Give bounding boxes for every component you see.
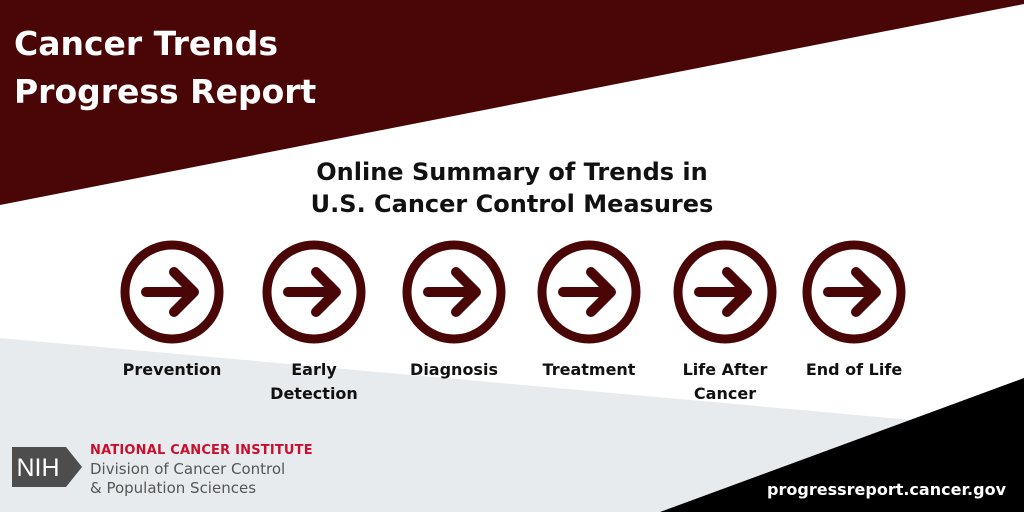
nih-logo-text: NIH xyxy=(16,454,59,482)
arrow-right-circle-icon xyxy=(673,240,777,344)
page-subtitle-line2: U.S. Cancer Control Measures xyxy=(310,190,714,218)
stage-life-after-cancer[interactable]: Life After Cancer xyxy=(660,240,790,406)
page-title-line1: Cancer Trends xyxy=(14,24,278,63)
stage-treatment[interactable]: Treatment xyxy=(524,240,654,382)
arrow-right-circle-icon xyxy=(402,240,506,344)
nih-logo[interactable]: NIH xyxy=(12,447,82,487)
stage-label-line2: Detection xyxy=(270,384,358,403)
stage-label-line1: Treatment xyxy=(542,360,636,379)
nci-logo-text: NATIONAL CANCER INSTITUTE Division of Ca… xyxy=(90,442,313,498)
arrow-right-circle-icon xyxy=(120,240,224,344)
stage-label-line1: Diagnosis xyxy=(410,360,498,379)
page-subtitle: Online Summary of Trends in U.S. Cancer … xyxy=(0,156,1024,220)
stage-label-line2: Cancer xyxy=(693,384,757,403)
stage-prevention[interactable]: Prevention xyxy=(107,240,237,382)
stage-label: Diagnosis xyxy=(389,358,519,382)
site-url[interactable]: progressreport.cancer.gov xyxy=(767,480,1006,500)
stage-end-of-life[interactable]: End of Life xyxy=(789,240,919,382)
stage-label-line1: Life After xyxy=(682,360,768,379)
arrow-right-circle-icon xyxy=(537,240,641,344)
division-name-line2: & Population Sciences xyxy=(90,479,257,497)
stage-label: Prevention xyxy=(107,358,237,382)
stage-diagnosis[interactable]: Diagnosis xyxy=(389,240,519,382)
division-name-line1: Division of Cancer Control xyxy=(90,460,286,478)
stage-label-line1: Prevention xyxy=(122,360,222,379)
stage-label: Early Detection xyxy=(249,358,379,406)
page-subtitle-line1: Online Summary of Trends in xyxy=(316,158,708,186)
stage-early-detection[interactable]: Early Detection xyxy=(249,240,379,406)
arrow-right-circle-icon xyxy=(802,240,906,344)
stage-label: Life After Cancer xyxy=(660,358,790,406)
page-title-line2: Progress Report xyxy=(14,72,317,111)
stage-label: End of Life xyxy=(789,358,919,382)
stage-label: Treatment xyxy=(524,358,654,382)
stage-label-line1: End of Life xyxy=(805,360,903,379)
nci-name: NATIONAL CANCER INSTITUTE xyxy=(90,443,313,458)
arrow-right-circle-icon xyxy=(262,240,366,344)
page-title: Cancer Trends Progress Report xyxy=(14,20,316,116)
stage-label-line1: Early xyxy=(291,360,337,379)
